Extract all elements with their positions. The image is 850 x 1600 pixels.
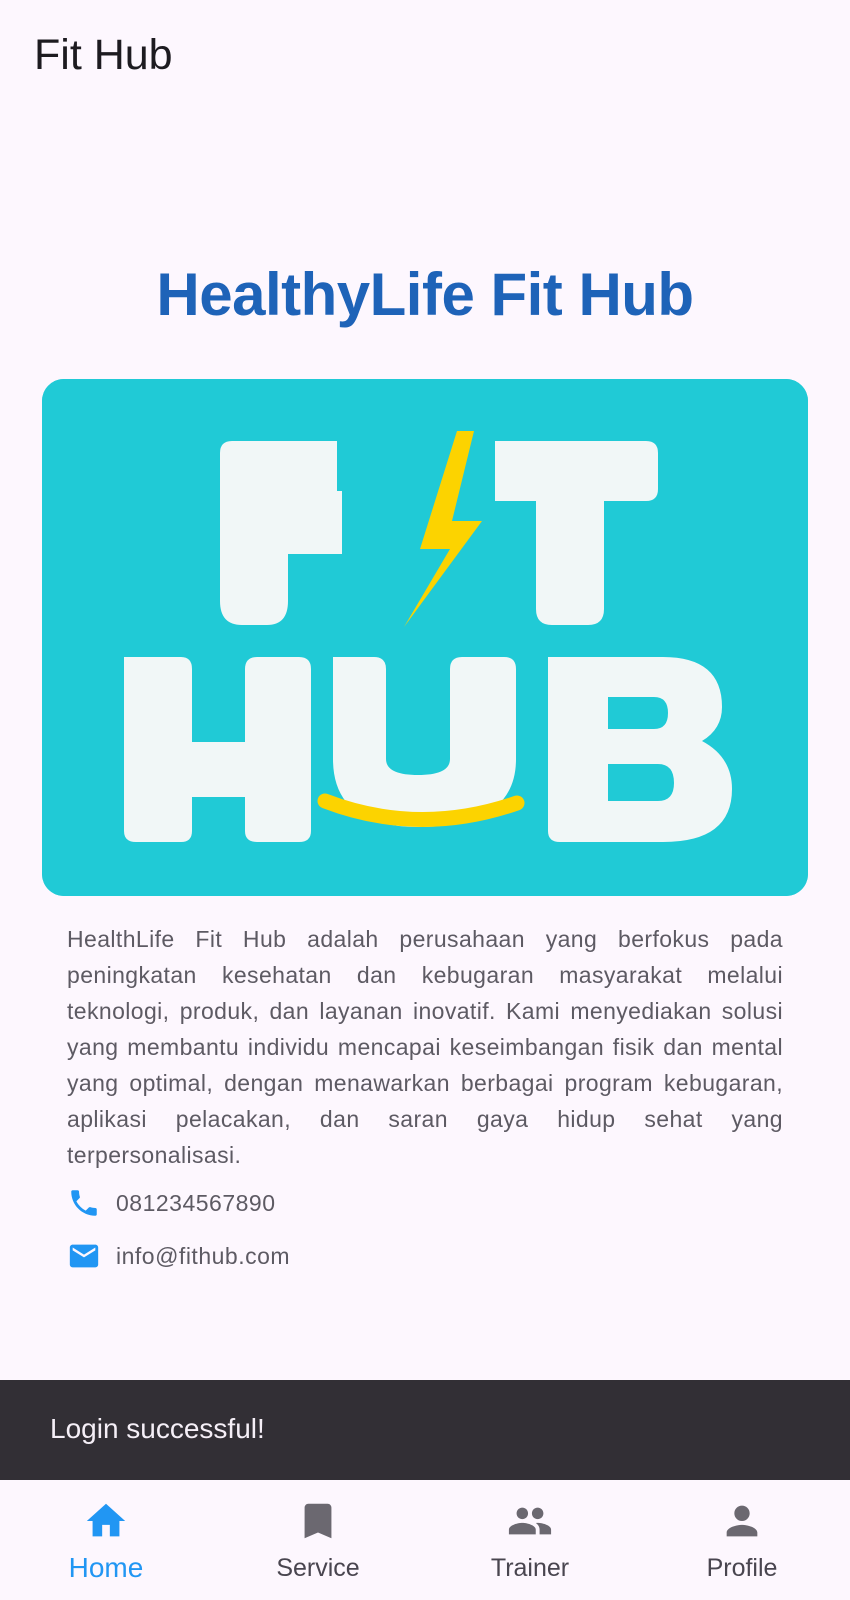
snackbar-message: Login successful! [50, 1413, 265, 1444]
bookmark-icon [295, 1498, 341, 1544]
nav-item-service[interactable]: Service [212, 1480, 424, 1600]
page-title: HealthyLife Fit Hub [156, 261, 694, 328]
app-bar: Fit Hub [0, 0, 850, 116]
email-icon [67, 1239, 101, 1273]
company-description: HealthLife Fit Hub adalah perusahaan yan… [67, 926, 783, 1168]
fit-hub-logo [42, 379, 808, 896]
nav-label-trainer: Trainer [490, 1554, 570, 1582]
bottom-navigation: Home Service Trainer Profile [0, 1480, 850, 1600]
email-address: info@fithub.com [116, 1242, 291, 1269]
nav-item-home[interactable]: Home [0, 1480, 212, 1600]
phone-number: 081234567890 [116, 1189, 276, 1216]
login-snackbar: Login successful! [0, 1380, 850, 1480]
phone-icon [67, 1186, 101, 1220]
home-icon [83, 1498, 129, 1544]
nav-label-home: Home [68, 1552, 144, 1583]
app-bar-title: Fit Hub [34, 31, 173, 79]
nav-item-trainer[interactable]: Trainer [424, 1480, 636, 1600]
email-contact-row: info@fithub.com [67, 1238, 290, 1274]
phone-contact-row: 081234567890 [67, 1185, 276, 1221]
people-icon [507, 1498, 553, 1544]
person-icon [719, 1498, 765, 1544]
nav-label-profile: Profile [706, 1554, 778, 1582]
nav-label-service: Service [276, 1554, 360, 1582]
nav-item-profile[interactable]: Profile [636, 1480, 848, 1600]
